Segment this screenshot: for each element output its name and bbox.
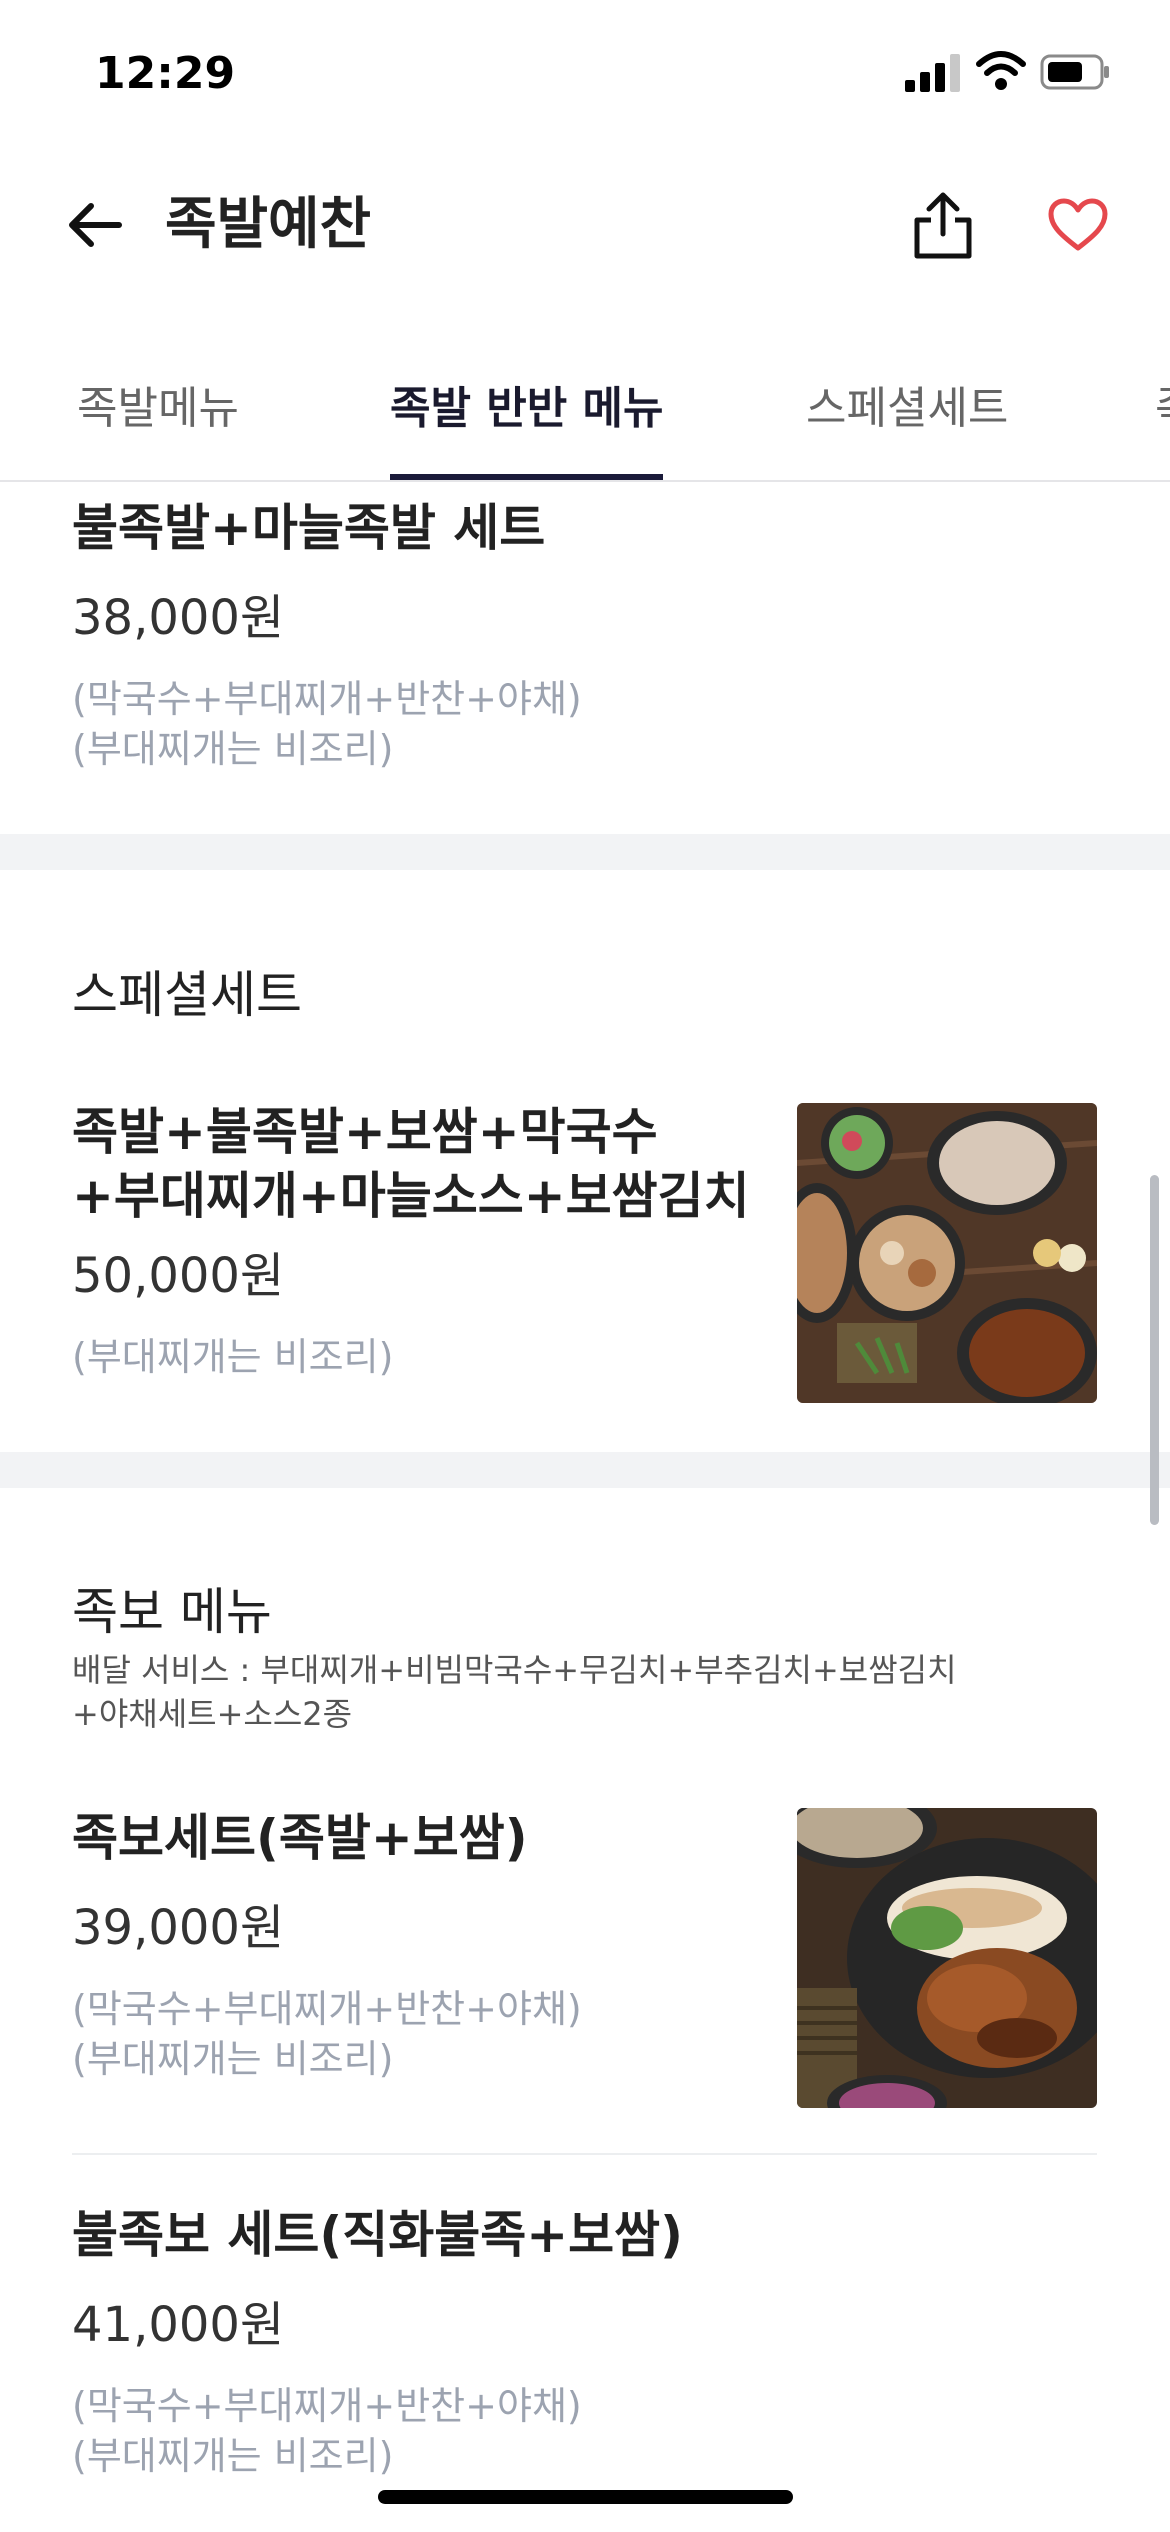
- menu-item-name: 불족발+마늘족발 세트: [72, 499, 546, 557]
- menu-item-price: 41,000원: [72, 2297, 285, 2353]
- menu-item[interactable]: 족발+불족발+보쌈+막국수 +부대찌개+마늘소스+보쌈김치 50,000원 (부…: [72, 1100, 772, 1382]
- menu-item-price: 50,000원: [72, 1248, 285, 1304]
- section-gap: [0, 834, 1170, 870]
- item-divider: [72, 2153, 1097, 2155]
- menu-item-price: 38,000원: [72, 590, 285, 646]
- menu-item[interactable]: 불족발+마늘족발 세트 38,000원 (막국수+부대찌개+반찬+야채) (부대…: [72, 496, 1092, 774]
- back-button[interactable]: [60, 190, 130, 260]
- section-gap: [0, 1452, 1170, 1488]
- page-title: 족발예찬: [165, 192, 372, 257]
- section-subtitle: 배달 서비스 : 부대찌개+비빔막국수+무김치+부추김치+보쌈김치 +야채세트+…: [72, 1648, 1072, 1736]
- section-subtitle-line: +야채세트+소스2종: [72, 1695, 353, 1733]
- back-arrow-icon: [69, 203, 122, 247]
- menu-item-image[interactable]: [797, 1808, 1097, 2108]
- menu-item-desc: (부대찌개는 비조리): [72, 2037, 394, 2081]
- favorite-button[interactable]: [1040, 190, 1115, 260]
- menu-item-name: +부대찌개+마늘소스+보쌈김치: [72, 1167, 750, 1225]
- menu-item-desc: (막국수+부대찌개+반찬+야채): [72, 1987, 582, 2031]
- heart-icon: [1048, 198, 1107, 251]
- menu-item-desc: (막국수+부대찌개+반찬+야채): [72, 2384, 582, 2428]
- wifi-icon: [976, 51, 1026, 90]
- menu-item-name: 족보세트(족발+보쌈): [72, 1809, 528, 1867]
- category-tabs: 족발메뉴 족발 반반 메뉴 스페셜세트 족: [0, 350, 1170, 482]
- share-icon: [914, 192, 971, 259]
- menu-item-desc: (부대찌개는 비조리): [72, 1335, 394, 1379]
- menu-item-name: 불족보 세트(직화불족+보쌈): [72, 2206, 684, 2264]
- active-tab-indicator: [390, 474, 663, 480]
- menu-item-desc: (부대찌개는 비조리): [72, 2434, 394, 2478]
- tab-jokbo-menu[interactable]: 족: [1155, 372, 1170, 436]
- section-title: 스페셜세트: [72, 966, 302, 1024]
- signal-icon: [905, 54, 960, 92]
- scrollbar[interactable]: [1150, 1175, 1159, 1525]
- tab-jokbal-menu[interactable]: 족발메뉴: [77, 372, 239, 436]
- share-button[interactable]: [905, 185, 980, 265]
- menu-item-price: 39,000원: [72, 1900, 285, 1956]
- menu-item-desc: (막국수+부대찌개+반찬+야채): [72, 677, 582, 721]
- menu-item[interactable]: 불족보 세트(직화불족+보쌈) 41,000원 (막국수+부대찌개+반찬+야채)…: [72, 2203, 1092, 2481]
- section-title: 족보 메뉴: [72, 1583, 272, 1641]
- tab-special-set[interactable]: 스페셜세트: [806, 372, 1008, 436]
- menu-item-name: 족발+불족발+보쌈+막국수: [72, 1103, 658, 1161]
- home-indicator[interactable]: [378, 2490, 793, 2504]
- status-time: 12:29: [95, 48, 236, 99]
- menu-item[interactable]: 족보세트(족발+보쌈) 39,000원 (막국수+부대찌개+반찬+야채) (부대…: [72, 1806, 772, 2084]
- tab-half-half-menu[interactable]: 족발 반반 메뉴: [390, 372, 664, 436]
- section-subtitle-line: 배달 서비스 : 부대찌개+비빔막국수+무김치+부추김치+보쌈김치: [72, 1651, 957, 1689]
- menu-item-desc: (부대찌개는 비조리): [72, 727, 394, 771]
- menu-item-image[interactable]: [797, 1103, 1097, 1403]
- battery-icon: [1040, 54, 1109, 90]
